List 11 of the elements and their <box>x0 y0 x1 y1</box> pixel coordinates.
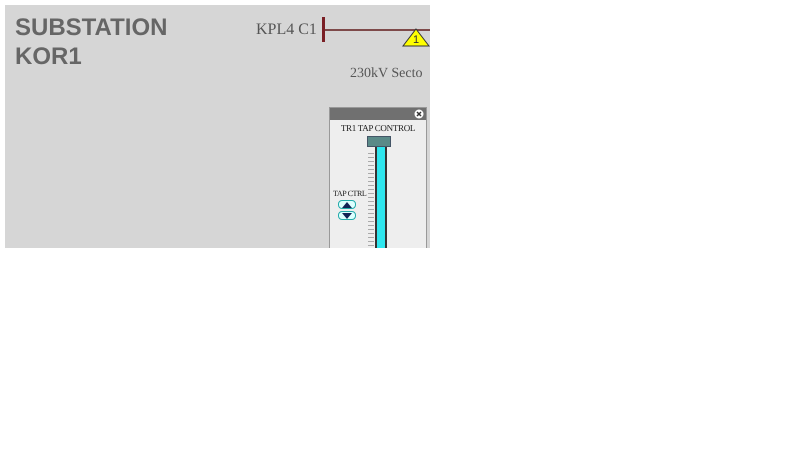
panel-title: TR1 TAP CONTROL <box>340 122 416 134</box>
bus-label: KPL4 C1 <box>256 21 317 39</box>
busbar <box>322 17 325 42</box>
tap-down-button[interactable] <box>338 211 356 220</box>
warning-marker[interactable]: 1 <box>402 28 430 47</box>
close-icon[interactable] <box>414 109 424 119</box>
tap-ctrl-label: TAP CTRL <box>333 188 366 200</box>
substation-title: SUBSTATION KOR1 <box>15 13 168 71</box>
section-label: 230kV Secto <box>350 66 422 82</box>
tap-up-button[interactable] <box>338 200 356 209</box>
value-display <box>367 136 391 147</box>
